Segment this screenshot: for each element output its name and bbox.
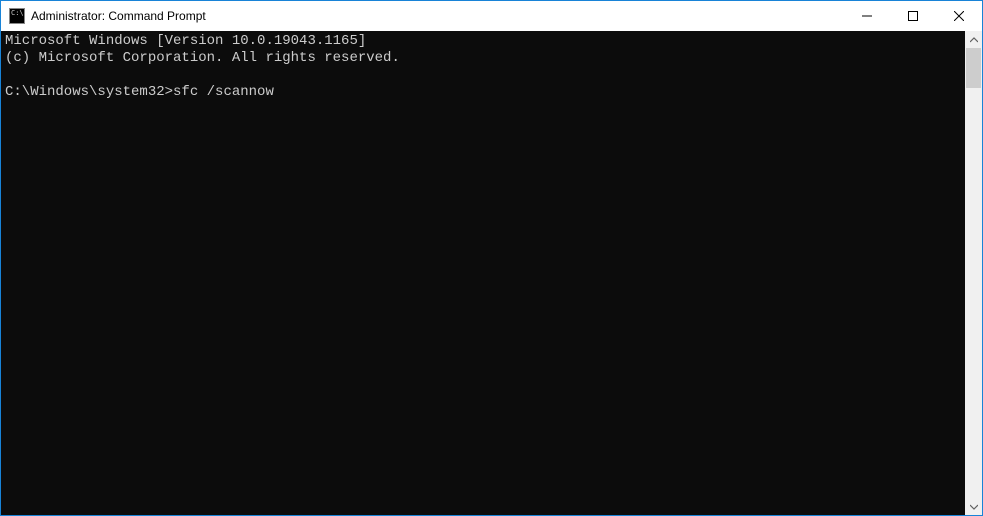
titlebar[interactable]: Administrator: Command Prompt: [1, 1, 982, 31]
scrollbar-track[interactable]: [965, 48, 982, 498]
chevron-down-icon: [970, 503, 978, 511]
minimize-button[interactable]: [844, 1, 890, 31]
console-command: sfc /scannow: [173, 84, 274, 100]
window-controls: [844, 1, 982, 31]
maximize-button[interactable]: [890, 1, 936, 31]
console-line: (c) Microsoft Corporation. All rights re…: [5, 50, 400, 66]
chevron-up-icon: [970, 36, 978, 44]
close-icon: [954, 11, 964, 21]
console-prompt: C:\Windows\system32>: [5, 84, 173, 100]
scrollbar-thumb[interactable]: [966, 48, 981, 88]
vertical-scrollbar[interactable]: [965, 31, 982, 515]
console-prompt-line: C:\Windows\system32>sfc /scannow: [5, 84, 274, 100]
console-output[interactable]: Microsoft Windows [Version 10.0.19043.11…: [1, 31, 965, 515]
window-title: Administrator: Command Prompt: [31, 9, 844, 23]
minimize-icon: [862, 11, 872, 21]
command-prompt-window: Administrator: Command Prompt Microsoft …: [0, 0, 983, 516]
scroll-up-button[interactable]: [965, 31, 982, 48]
cmd-icon: [9, 8, 25, 24]
client-area: Microsoft Windows [Version 10.0.19043.11…: [1, 31, 982, 515]
close-button[interactable]: [936, 1, 982, 31]
scroll-down-button[interactable]: [965, 498, 982, 515]
maximize-icon: [908, 11, 918, 21]
console-line: Microsoft Windows [Version 10.0.19043.11…: [5, 33, 366, 49]
